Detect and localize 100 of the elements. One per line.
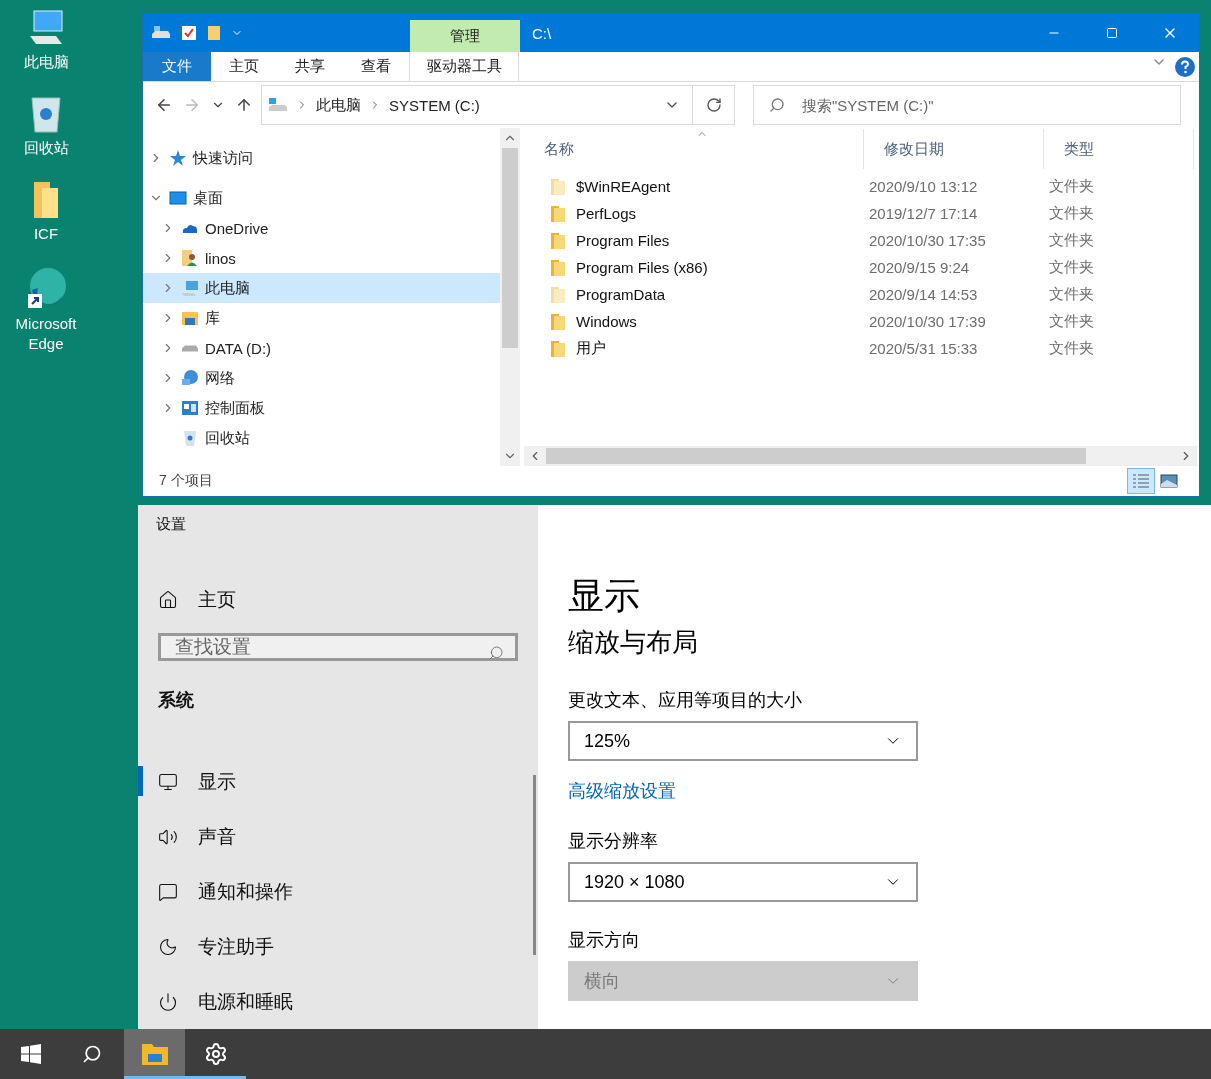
nav-item[interactable]: 网络	[143, 363, 500, 393]
folder-icon[interactable]	[207, 25, 221, 41]
user-folder-icon	[181, 249, 199, 267]
settings-nav-item[interactable]: 声音	[138, 809, 538, 864]
type-cell-text: 文件夹	[1048, 285, 1095, 304]
gear-icon	[203, 1042, 228, 1066]
desktop-shortcut[interactable]: 此电脑	[1, 8, 91, 72]
scrollbar[interactable]	[533, 775, 536, 955]
settings-nav-item[interactable]: 电源和睡眠	[138, 974, 538, 1029]
nav-item[interactable]: 库	[143, 303, 500, 333]
ribbon-tab[interactable]: 驱动器工具	[409, 52, 519, 81]
refresh-button[interactable]	[693, 85, 735, 125]
settings-nav-item[interactable]: 专注助手	[138, 919, 538, 974]
date-cell-text: 2020/10/30 17:35	[868, 232, 987, 249]
date-cell-text: 2020/10/30 17:39	[868, 313, 987, 330]
checklist-icon[interactable]	[181, 25, 197, 41]
drive-icon	[181, 344, 199, 352]
search-icon	[81, 1044, 102, 1064]
control-panel-icon	[181, 399, 199, 417]
type-cell-text: 文件夹	[1048, 258, 1095, 277]
settings-nav-item[interactable]: 显示	[138, 754, 538, 809]
breadcrumb[interactable]: 此电脑	[316, 95, 361, 115]
scrollbar[interactable]	[500, 128, 520, 466]
file-name[interactable]: PerfLogs	[524, 204, 864, 223]
desktop-shortcut[interactable]: ICF	[1, 180, 91, 244]
nav-label: 控制面板	[205, 398, 265, 418]
dropdown[interactable]: 1920 × 1080	[568, 862, 918, 902]
section-title: 系统	[158, 689, 194, 712]
nav-label: 库	[205, 308, 220, 328]
nav-item[interactable]: 回收站	[143, 423, 500, 453]
settings-link[interactable]: 高级缩放设置	[568, 779, 676, 803]
page-title: 显示	[568, 574, 640, 618]
column-header[interactable]: 类型	[1044, 129, 1194, 169]
nav-item[interactable]: 快速访问	[143, 143, 500, 173]
breadcrumb[interactable]: SYSTEM (C:)	[389, 96, 480, 114]
search-icon	[488, 644, 504, 661]
nav-label: 网络	[205, 368, 235, 388]
date-cell-text: 2020/9/10 13:12	[868, 178, 979, 195]
type-cell-text: 文件夹	[1048, 231, 1095, 250]
desktop-shortcut[interactable]: 回收站	[1, 94, 91, 158]
desktop-icon	[169, 189, 187, 207]
file-name[interactable]: Program Files (x86)	[524, 258, 864, 277]
message-icon	[158, 881, 178, 902]
file-name[interactable]: ProgramData	[524, 285, 864, 304]
nav-item[interactable]: linos	[143, 243, 500, 273]
date-cell-text: 2020/9/15 9:24	[868, 259, 971, 276]
type-cell-text: 文件夹	[1048, 312, 1095, 331]
list-icon	[1132, 473, 1150, 489]
address-bar[interactable]: 此电脑 SYSTEM (C:)	[261, 85, 693, 125]
nav-label: 通知和操作	[198, 879, 293, 904]
moon-icon	[158, 936, 178, 957]
column-header[interactable]: 修改日期	[864, 129, 1044, 169]
computer-icon	[181, 279, 199, 297]
nav-label: 显示	[198, 769, 236, 794]
nav-label: linos	[205, 249, 236, 267]
type-cell-text: 文件夹	[1048, 339, 1095, 358]
network-icon	[181, 369, 199, 387]
drive-icon[interactable]	[151, 25, 171, 41]
nav-label: 声音	[198, 824, 236, 849]
type-cell-text: 文件夹	[1048, 204, 1095, 223]
file-name[interactable]: Program Files	[524, 231, 864, 250]
nav-label: 专注助手	[198, 934, 274, 959]
nav-label: 电源和睡眠	[198, 989, 293, 1014]
nav-item[interactable]: DATA (D:)	[143, 333, 500, 363]
image-icon	[1160, 474, 1178, 488]
maximize-icon	[1106, 27, 1118, 39]
window-title: 设置	[156, 515, 186, 534]
star-icon	[169, 149, 187, 167]
ribbon-tab[interactable]: 文件	[143, 52, 211, 81]
help-icon[interactable]	[1175, 57, 1195, 77]
home-link[interactable]: 主页	[138, 586, 256, 615]
home-icon	[158, 590, 178, 611]
date-cell-text: 2020/9/14 14:53	[868, 286, 979, 303]
dropdown[interactable]: 125%	[568, 721, 918, 761]
power-icon	[158, 991, 178, 1012]
folder-icon	[140, 1042, 169, 1066]
arrow-right-icon	[183, 96, 201, 114]
search-icon	[769, 97, 785, 113]
nav-item[interactable]: OneDrive	[143, 213, 500, 243]
file-name[interactable]: 用户	[524, 339, 864, 358]
window-title: C:\	[531, 23, 553, 44]
nav-item[interactable]: 控制面板	[143, 393, 500, 423]
library-icon	[181, 309, 199, 327]
column-header[interactable]: 名称	[524, 129, 864, 169]
section-heading: 缩放与布局	[568, 626, 698, 659]
recycle-bin-icon	[181, 429, 199, 447]
refresh-icon	[705, 97, 722, 113]
field-label: 更改文本、应用等项目的大小	[568, 689, 802, 712]
nav-item[interactable]: 桌面	[143, 183, 500, 213]
nav-label: 此电脑	[205, 278, 250, 298]
nav-label: OneDrive	[205, 219, 269, 237]
scrollbar[interactable]	[524, 446, 1197, 466]
file-name[interactable]: Windows	[524, 312, 864, 331]
nav-item[interactable]: 此电脑	[143, 273, 500, 303]
nav-label: DATA (D:)	[205, 339, 272, 357]
type-cell-text: 文件夹	[1048, 177, 1095, 196]
file-name[interactable]: $WinREAgent	[524, 177, 864, 196]
settings-nav-item[interactable]: 通知和操作	[138, 864, 538, 919]
desktop-shortcut[interactable]: Microsoft Edge	[1, 266, 91, 354]
search-field[interactable]: 查找设置	[158, 632, 518, 661]
